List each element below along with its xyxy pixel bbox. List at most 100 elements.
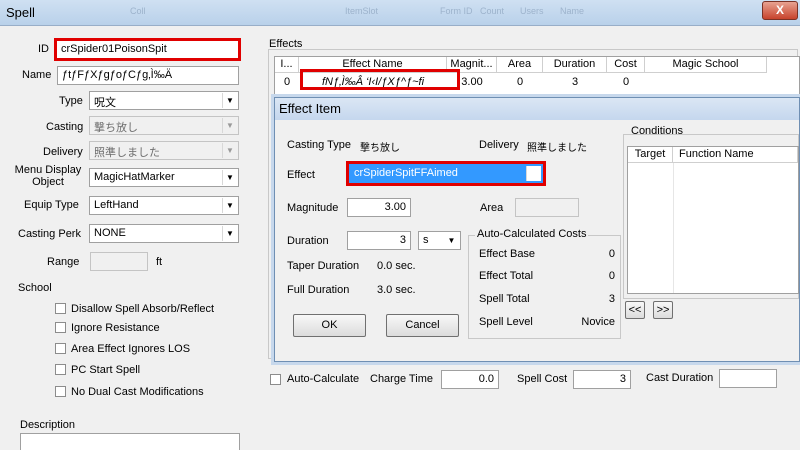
taper-duration-label: Taper Duration (287, 260, 360, 272)
ignore-resistance-label: Ignore Resistance (71, 322, 160, 334)
area-label: Area (480, 202, 504, 214)
area-effect-los-label: Area Effect Ignores LOS (71, 343, 191, 355)
ignore-resistance-checkbox[interactable] (55, 322, 66, 333)
type-select[interactable]: 呪文 ▼ (89, 91, 239, 110)
pc-start-spell-label: PC Start Spell (71, 364, 141, 376)
close-icon: X (775, 3, 784, 17)
area-effect-los-checkbox[interactable] (55, 343, 66, 354)
window-title: Spell (6, 5, 35, 20)
column-header[interactable]: Magic School (645, 57, 767, 73)
chevron-down-icon: ▼ (222, 198, 237, 213)
delivery-value: 照準しました (94, 147, 160, 159)
delivery-select[interactable]: 照準しました ▼ (89, 141, 239, 160)
magnitude-field[interactable]: 3.00 (347, 198, 411, 217)
row-magic-school (645, 74, 767, 90)
casting-perk-select[interactable]: NONE ▼ (89, 224, 239, 243)
casting-value: 撃ち放し (94, 122, 138, 134)
casting-type-label: Casting Type (287, 139, 352, 151)
duration-field[interactable]: 3 (347, 231, 411, 250)
no-dual-cast-label: No Dual Cast Modifications (71, 386, 204, 398)
duration-label: Duration (287, 235, 329, 247)
row-area: 0 (516, 76, 524, 88)
description-textarea[interactable] (20, 433, 240, 450)
effect-total-label: Effect Total (479, 270, 534, 282)
duration-unit-select[interactable]: s ▼ (418, 231, 461, 250)
ok-button[interactable]: OK (293, 314, 366, 337)
duration-unit-value: s (423, 234, 429, 246)
chevron-down-icon: ▼ (222, 143, 237, 158)
charge-time-label: Charge Time (370, 373, 433, 385)
effect-select[interactable]: crSpiderSpitFFAimed ▼ (349, 164, 543, 183)
taper-duration-value: 0.0 sec. (377, 260, 416, 272)
column-header[interactable]: Cost (607, 57, 645, 73)
disallow-absorb-checkbox[interactable] (55, 303, 66, 314)
cast-duration-label: Cast Duration (646, 372, 714, 384)
chevron-down-icon: ▼ (526, 166, 541, 181)
menu-display-value: MagicHatMarker (94, 171, 175, 183)
next-button[interactable]: >> (653, 301, 673, 319)
chevron-down-icon: ▼ (222, 226, 237, 241)
school-label: School (18, 282, 52, 294)
spell-total-value: 3 (608, 293, 615, 305)
pc-start-spell-checkbox[interactable] (55, 364, 66, 375)
equip-type-value: LeftHand (94, 199, 139, 211)
disallow-absorb-label: Disallow Spell Absorb/Reflect (71, 303, 215, 315)
row-duration: 3 (571, 76, 579, 88)
effect-name-highlight (300, 69, 460, 90)
delivery-label: Delivery (43, 146, 83, 158)
charge-time-field[interactable]: 0.0 (441, 370, 499, 389)
range-unit: ft (156, 256, 163, 268)
name-label: Name (22, 69, 52, 81)
name-field[interactable]: ƒtƒFƒXƒgƒoƒCƒg‚Ì‰Ä (57, 66, 239, 85)
equip-type-select[interactable]: LeftHand ▼ (89, 196, 239, 215)
title-bar: Spell Coll ItemSlot Form ID Count Users … (0, 0, 800, 26)
auto-calculate-checkbox[interactable] (270, 374, 281, 385)
chevron-down-icon: ▼ (222, 170, 237, 185)
conditions-table[interactable]: Target Function Name (627, 146, 799, 294)
description-label: Description (20, 419, 76, 431)
background-tab: Users (520, 6, 544, 16)
menu-display-label: Menu Display Object (14, 164, 82, 188)
no-dual-cast-checkbox[interactable] (55, 386, 66, 397)
casting-select[interactable]: 撃ち放し ▼ (89, 116, 239, 135)
effect-label: Effect (287, 169, 315, 181)
prev-button[interactable]: << (625, 301, 645, 319)
column-header[interactable]: I... (275, 57, 299, 73)
menu-display-select[interactable]: MagicHatMarker ▼ (89, 168, 239, 187)
spell-cost-field[interactable]: 3 (573, 370, 631, 389)
area-field[interactable] (515, 198, 579, 217)
effect-value: crSpiderSpitFFAimed (354, 167, 458, 179)
cancel-button[interactable]: Cancel (386, 314, 459, 337)
column-header[interactable]: Function Name (673, 147, 798, 163)
full-duration-value: 3.0 sec. (377, 284, 416, 296)
dialog-title: Effect Item (279, 101, 341, 116)
row-cost: 0 (622, 76, 630, 88)
chevron-down-icon: ▼ (222, 118, 237, 133)
equip-type-label: Equip Type (24, 199, 79, 211)
dialog-title-bar: Effect Item (275, 98, 799, 120)
background-tab: Form ID (440, 6, 473, 16)
close-button[interactable]: X (762, 1, 798, 20)
spell-total-label: Spell Total (479, 293, 530, 305)
type-label: Type (59, 95, 83, 107)
column-header[interactable]: Area (497, 57, 543, 73)
background-tab: Name (560, 6, 585, 16)
casting-label: Casting (46, 121, 84, 133)
range-field[interactable] (90, 252, 148, 271)
effect-item-dialog: Effect Item Casting Type 撃ち放し Delivery 照… (274, 97, 800, 362)
id-field[interactable]: crSpider01PoisonSpit (54, 38, 241, 61)
magnitude-label: Magnitude (287, 202, 339, 214)
auto-costs-label: Auto-Calculated Costs (475, 228, 589, 240)
column-header[interactable]: Duration (543, 57, 607, 73)
column-header[interactable]: Target (628, 147, 673, 163)
casting-type-value: 撃ち放し (360, 143, 400, 154)
effect-base-value: 0 (608, 248, 615, 260)
id-label: ID (38, 43, 49, 55)
chevron-down-icon: ▼ (444, 233, 459, 248)
background-tab: Coll (130, 6, 146, 16)
spell-level-label: Spell Level (479, 316, 533, 328)
spell-cost-label: Spell Cost (517, 373, 568, 385)
cast-duration-field[interactable] (719, 369, 777, 388)
casting-perk-label: Casting Perk (18, 228, 81, 240)
auto-calculate-label: Auto-Calculate (287, 373, 360, 385)
